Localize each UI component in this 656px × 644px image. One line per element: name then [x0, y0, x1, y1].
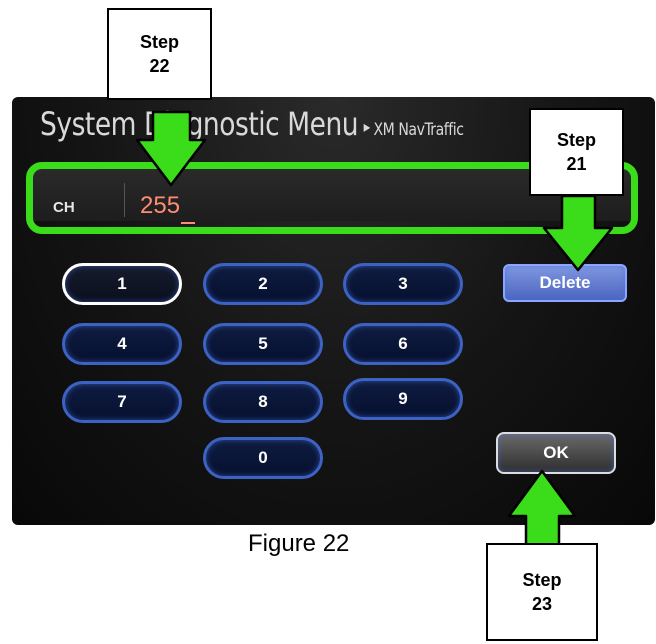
arrow-step-23: [507, 469, 577, 547]
step-23-callout: Step 23: [486, 543, 598, 641]
callout-step-word: Step: [522, 570, 562, 590]
callout-step-number: 21: [566, 154, 587, 174]
step-21-callout: Step 21: [529, 108, 624, 196]
arrow-step-21: [542, 194, 614, 272]
callout-step-number: 22: [149, 56, 170, 76]
step-22-callout: Step 22: [107, 8, 212, 100]
callout-step-word: Step: [556, 130, 596, 150]
callout-step-word: Step: [139, 32, 179, 52]
arrow-step-22: [135, 110, 207, 187]
callout-step-number: 23: [531, 594, 553, 614]
figure-caption: Figure 22: [248, 530, 350, 557]
